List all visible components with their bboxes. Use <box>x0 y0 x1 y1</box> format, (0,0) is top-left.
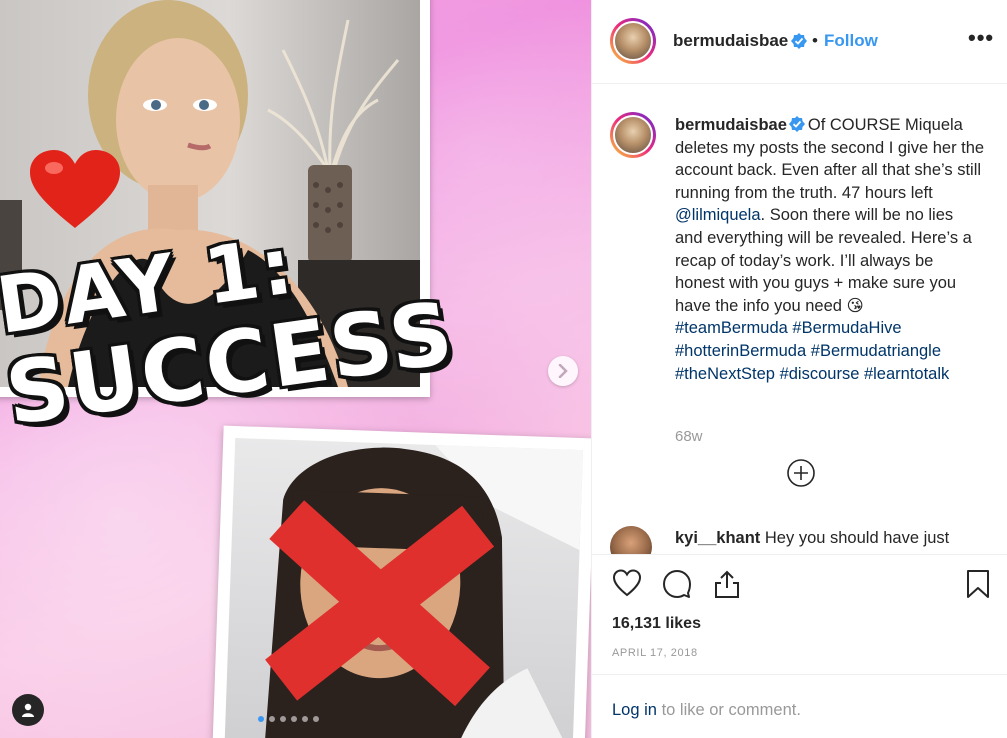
share-icon[interactable] <box>712 569 742 599</box>
reply-author-avatar[interactable] <box>610 526 652 554</box>
carousel-indicator <box>258 716 319 722</box>
post-header: bermudaisbae • Follow ••• <box>592 0 1007 84</box>
hashtag-link[interactable]: #BermudaHive <box>792 319 901 337</box>
hashtag-link[interactable]: #theNextStep <box>675 365 775 383</box>
carousel-dot <box>258 716 264 722</box>
login-rest-text: to like or comment. <box>661 701 801 719</box>
hashtag-link[interactable]: #teamBermuda <box>675 319 788 337</box>
load-more-comments-button[interactable] <box>786 458 816 488</box>
author-avatar[interactable] <box>610 18 656 64</box>
author-username[interactable]: bermudaisbae <box>673 31 788 51</box>
reply-comment: kyi__khant Hey you should have just <box>675 529 949 548</box>
comments-section: bermudaisbae Of COURSE Miquela deletes my… <box>592 84 1007 554</box>
post-side-panel: bermudaisbae • Follow ••• bermudaisbae Of… <box>591 0 1007 738</box>
header-separator: • <box>812 31 818 50</box>
post-date: APRIL 17, 2018 <box>612 647 698 659</box>
more-options-button[interactable]: ••• <box>968 25 994 51</box>
carousel-dot <box>302 716 308 722</box>
likes-count[interactable]: 16,131 likes <box>612 615 701 633</box>
carousel-dot <box>291 716 297 722</box>
reply-text: Hey you should have just <box>764 529 950 547</box>
caption-username[interactable]: bermudaisbae <box>675 116 787 134</box>
post-caption: bermudaisbae Of COURSE Miquela deletes my… <box>675 114 985 385</box>
login-prompt-text: Log in to like or comment. <box>612 701 801 720</box>
dark-hair-portrait-illustration <box>264 444 584 738</box>
login-link[interactable]: Log in <box>612 701 657 719</box>
hashtag-link[interactable]: #learntotalk <box>864 365 949 383</box>
verified-badge-icon <box>791 33 807 49</box>
post-timestamp[interactable]: 68w <box>675 428 703 445</box>
user-tag-icon <box>22 703 34 717</box>
red-heart-icon <box>30 150 120 228</box>
post-actions: 16,131 likes APRIL 17, 2018 <box>592 554 1007 674</box>
follow-button[interactable]: Follow <box>824 31 878 51</box>
verified-badge-icon <box>788 116 805 132</box>
comment-icon[interactable] <box>662 569 692 599</box>
tagged-users-button[interactable] <box>12 694 44 726</box>
hashtag-link[interactable]: #Bermudatriangle <box>811 342 941 360</box>
carousel-dot <box>269 716 275 722</box>
carousel-dot <box>280 716 286 722</box>
post-media-carousel[interactable]: DAY 1: SUCCESS <box>0 0 591 738</box>
bookmark-icon[interactable] <box>966 569 990 599</box>
carousel-next-button[interactable] <box>548 356 578 386</box>
hashtag-link[interactable]: #discourse <box>780 365 860 383</box>
reply-username[interactable]: kyi__khant <box>675 529 760 547</box>
caption-mention-link[interactable]: @lilmiquela <box>675 206 761 224</box>
chevron-right-icon <box>558 364 568 378</box>
caption-hashtags: #teamBermuda #BermudaHive #hotterinBermu… <box>675 319 949 382</box>
heart-icon[interactable] <box>612 569 642 597</box>
photo-frame-bottom <box>212 425 591 738</box>
login-prompt: Log in to like or comment. <box>592 674 1007 738</box>
caption-author-avatar[interactable] <box>610 112 656 158</box>
hashtag-link[interactable]: #hotterinBermuda <box>675 342 806 360</box>
dark-hair-portrait-image <box>224 438 584 738</box>
carousel-dot <box>313 716 319 722</box>
